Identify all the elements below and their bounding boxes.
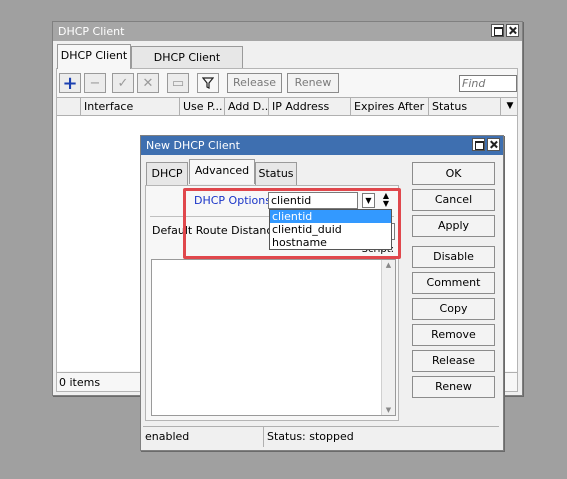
plus-icon: + [62,72,78,94]
comment-button[interactable]: ▭ [167,73,189,93]
col-use-peer[interactable]: Use P... [180,98,225,115]
filter-icon [202,77,214,89]
dhcp-options-dropdown-list: clientid clientid_duid hostname [269,209,392,250]
dialog-status-bar: enabled Status: stopped [143,426,499,447]
col-expires-after[interactable]: Expires After [351,98,429,115]
renew-button[interactable]: Renew [412,376,495,398]
check-icon: ✓ [117,75,129,91]
dropdown-option-clientid[interactable]: clientid [270,210,391,223]
default-route-distance-label: Default Route Distance: [152,224,283,237]
x-icon: ✕ [142,75,154,91]
apply-button[interactable]: Apply [412,215,495,237]
dhcp-options-label: DHCP Options: [194,194,275,207]
col-add-default[interactable]: Add D... [225,98,269,115]
renew-button[interactable]: Renew [287,73,339,93]
add-button[interactable]: + [59,72,81,94]
dropdown-option-hostname[interactable]: hostname [270,236,391,249]
main-title-bar[interactable]: DHCP Client [53,22,522,41]
scroll-up-icon[interactable]: ▲ [382,260,395,270]
tab-advanced[interactable]: Advanced [189,159,255,184]
cancel-button[interactable]: Cancel [412,189,495,211]
ok-button[interactable]: OK [412,162,495,185]
dropdown-arrow-icon: ▼ [365,196,372,205]
dhcp-options-dropdown-button[interactable]: ▼ [362,193,375,208]
status-enabled: enabled [145,427,264,447]
tab-dhcp[interactable]: DHCP [146,162,188,185]
close-icon[interactable] [506,24,519,37]
up-down-arrows-icon: ▲ ▼ [382,191,390,208]
enable-button[interactable]: ✓ [112,73,134,93]
tab-dhcp-client-options[interactable]: DHCP Client Options [131,46,243,86]
maximize-icon[interactable] [491,24,504,37]
disable-button[interactable]: ✕ [137,73,159,93]
filter-button[interactable] [197,73,219,93]
col-status[interactable]: Status [429,98,501,115]
tab-dhcp-client[interactable]: DHCP Client [57,44,131,69]
comment-button[interactable]: Comment [412,272,495,294]
table-header: Interface Use P... Add D... IP Address E… [57,97,517,116]
col-interface[interactable]: Interface [81,98,180,115]
release-button[interactable]: Release [412,350,495,372]
copy-button[interactable]: Copy [412,298,495,320]
script-textarea[interactable]: ▲ ▼ [151,259,396,416]
dhcp-options-reorder-button[interactable]: ▲ ▼ [380,192,392,210]
new-dhcp-client-dialog: New DHCP Client DHCP Advanced Status Def… [140,135,504,451]
remove-button[interactable]: − [84,73,106,93]
scroll-down-icon[interactable]: ▼ [382,405,395,415]
status-stopped: Status: stopped [267,430,354,443]
dialog-close-icon[interactable] [487,138,500,151]
columns-dropdown-icon[interactable]: ▼ [503,98,517,115]
dropdown-option-clientid-duid[interactable]: clientid_duid [270,223,391,236]
minus-icon: − [89,75,101,91]
remove-button[interactable]: Remove [412,324,495,346]
find-input[interactable] [459,75,517,92]
dialog-title-bar[interactable]: New DHCP Client [141,136,503,155]
script-scrollbar[interactable]: ▲ ▼ [381,260,395,415]
dialog-title: New DHCP Client [146,139,240,152]
release-button[interactable]: Release [227,73,282,93]
dhcp-options-input[interactable] [268,192,358,209]
dialog-maximize-icon[interactable] [472,138,485,151]
note-icon: ▭ [171,75,185,91]
col-ip-address[interactable]: IP Address [269,98,351,115]
main-window-title: DHCP Client [58,25,125,38]
col-handle [57,98,81,115]
disable-button[interactable]: Disable [412,246,495,268]
tab-status[interactable]: Status [255,162,297,185]
